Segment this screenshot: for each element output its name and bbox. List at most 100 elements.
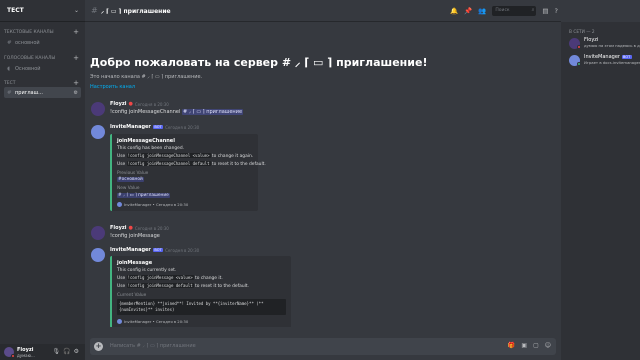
inline-code: !config joinMessageChannel default xyxy=(126,161,211,166)
embed-line: This config has been changed. xyxy=(117,146,185,151)
embed-line: This config is currently set. xyxy=(117,268,177,273)
channel-text-main[interactable]: # основной xyxy=(4,37,81,48)
channel-mention[interactable]: # ⸝ ⌈ ▭ ⌉ приглашение xyxy=(117,193,170,198)
message-list[interactable]: Добро пожаловать на сервер # ⸝ ⌈ ▭ ⌉ при… xyxy=(85,22,561,327)
members-icon[interactable]: 👥 xyxy=(478,7,486,15)
message-input[interactable]: Написать # ⸝ ⌈ ▭ ⌉ приглашение xyxy=(110,343,196,349)
member-item[interactable]: InviteManager BOT Играет в docs.invitema… xyxy=(569,54,640,70)
gift-icon[interactable]: 🎁 xyxy=(508,342,515,349)
author-name[interactable]: Floyzi xyxy=(110,101,126,107)
header-toolbar: 🔔 📌 👥 Поиск ▤ ? xyxy=(450,6,558,16)
channel-header: # ⸝ ⌈ ▭ ⌉ приглашение 🔔 📌 👥 Поиск ▤ ? xyxy=(85,0,561,22)
inline-code: !config joinMessage <value> xyxy=(126,275,194,280)
channel-label: приглаш... xyxy=(15,90,43,96)
category-label: ТЕКСТОВЫЕ КАНАЛЫ xyxy=(4,30,54,35)
message-text: !config joinMessageChannel xyxy=(110,109,181,115)
status-dnd-icon xyxy=(11,354,15,358)
speaker-icon: ◖ xyxy=(7,65,10,72)
gif-icon[interactable]: ▣ xyxy=(521,342,527,349)
upload-button[interactable]: + xyxy=(94,342,103,351)
channel-mention[interactable]: #основной xyxy=(117,177,144,182)
timestamp: Сегодня в 20:30 xyxy=(134,225,169,231)
embed: joinMessage This config is currently set… xyxy=(110,256,291,327)
avatar[interactable] xyxy=(91,102,105,116)
dnd-icon: ● xyxy=(128,101,133,107)
user-controls: 🎙🎧⚙ xyxy=(53,348,83,355)
add-channel-icon[interactable]: + xyxy=(73,29,79,36)
message-content: !config joinMessage xyxy=(110,233,160,239)
help-icon[interactable]: ? xyxy=(555,7,558,15)
message-header: Floyzi ● Сегодня в 20:30 xyxy=(110,225,169,231)
hash-icon: # xyxy=(91,6,98,15)
channel-sidebar: ТЕСТ ⌄ ТЕКСТОВЫЕ КАНАЛЫ + # основной ГОЛ… xyxy=(0,0,85,360)
bot-badge: BOT xyxy=(152,125,164,129)
composer-tools: 🎁 ▣ ▢ ☺ xyxy=(508,342,551,349)
embed-line: Use !config joinMessageChannel default t… xyxy=(117,161,266,167)
embed-line: Use !config joinMessage <value> to chang… xyxy=(117,275,223,281)
field-name: Current Value xyxy=(117,293,147,298)
timestamp: Сегодня в 20:30 xyxy=(134,101,169,107)
inline-code: !config joinMessage default xyxy=(126,283,194,288)
category-label: ГОЛОСОВЫЕ КАНАЛЫ xyxy=(4,56,56,61)
category-voice[interactable]: ГОЛОСОВЫЕ КАНАЛЫ + xyxy=(0,55,85,62)
welcome-subtitle: Это начало канала # ⸝ ⌈ ▭ ⌉ приглашение. xyxy=(90,74,203,80)
add-channel-icon[interactable]: + xyxy=(73,80,79,87)
hash-icon: # xyxy=(7,89,12,96)
member-activity: Играет в docs.invitemanager.gg xyxy=(584,60,640,65)
embed-title: joinMessage xyxy=(117,260,153,266)
mute-icon[interactable]: 🎙 xyxy=(53,348,64,355)
pin-icon[interactable]: 📌 xyxy=(464,7,472,15)
embed-line: Use !config joinMessageChannel <value> t… xyxy=(117,153,254,159)
chevron-down-icon[interactable]: ⌄ xyxy=(74,7,79,21)
field-value: {memberMention} **joined**! Invited by *… xyxy=(117,299,286,315)
edit-channel-link[interactable]: Настроить канал xyxy=(90,84,427,90)
avatar[interactable] xyxy=(91,226,105,240)
avatar[interactable] xyxy=(91,248,105,262)
message-header: InviteManager BOT Сегодня в 20:30 xyxy=(110,247,199,253)
dnd-icon: ● xyxy=(128,225,133,231)
message-header: InviteManager BOT Сегодня в 20:30 xyxy=(110,124,199,130)
field-value: # ⸝ ⌈ ▭ ⌉ приглашение xyxy=(117,192,253,198)
timestamp: Сегодня в 20:30 xyxy=(165,124,200,130)
footer-avatar-icon xyxy=(117,319,122,324)
server-header[interactable]: ТЕСТ ⌄ xyxy=(0,0,85,22)
channel-invite[interactable]: # приглаш... ⚙ xyxy=(4,87,81,98)
channel-label: Основной xyxy=(15,66,41,72)
member-activity: думаю на этом надеюсь в дальнейшем xyxy=(584,43,640,48)
server-name: ТЕСТ xyxy=(7,7,24,14)
hash-icon: # xyxy=(7,39,12,46)
inline-code: !config joinMessageChannel <value> xyxy=(126,153,211,158)
author-name[interactable]: InviteManager xyxy=(110,247,151,253)
member-item[interactable]: Floyzi думаю на этом надеюсь в дальнейше… xyxy=(569,37,640,53)
gear-icon[interactable]: ⚙ xyxy=(74,348,82,355)
member-list: В СЕТИ — 2 Floyzi думаю на этом надеюсь … xyxy=(561,22,640,360)
channel-settings-icons[interactable]: ⚙ xyxy=(74,90,78,96)
channel-mention[interactable]: # ⸝ ⌈ ▭ ⌉ приглашение xyxy=(181,109,244,115)
search-input[interactable]: Поиск xyxy=(492,6,537,16)
embed-title: joinMessageChannel xyxy=(117,138,175,144)
channel-welcome: Добро пожаловать на сервер # ⸝ ⌈ ▭ ⌉ при… xyxy=(90,55,427,90)
category-test[interactable]: ТЕСТ + xyxy=(0,80,85,87)
bell-icon[interactable]: 🔔 xyxy=(450,7,458,15)
author-name[interactable]: Floyzi xyxy=(110,225,126,231)
add-channel-icon[interactable]: + xyxy=(73,55,79,62)
avatar[interactable] xyxy=(91,125,105,139)
field-value: #основной xyxy=(117,177,253,182)
emoji-icon[interactable]: ☺ xyxy=(545,342,551,349)
user-panel: Floyzi думаю... 🎙🎧⚙ xyxy=(0,344,85,360)
channel-voice-main[interactable]: ◖ Основной xyxy=(4,63,81,74)
member-section-header: В СЕТИ — 2 xyxy=(569,30,595,35)
category-label: ТЕСТ xyxy=(4,81,16,86)
footer-avatar-icon xyxy=(117,202,122,207)
category-text[interactable]: ТЕКСТОВЫЕ КАНАЛЫ + xyxy=(0,29,85,36)
user-status-text: думаю... xyxy=(17,353,35,358)
field-name: Previous Value xyxy=(117,171,149,176)
message-content: !config joinMessageChannel # ⸝ ⌈ ▭ ⌉ при… xyxy=(110,109,244,115)
channel-label: основной xyxy=(15,40,40,46)
inbox-icon[interactable]: ▤ xyxy=(542,7,548,15)
sticker-icon[interactable]: ▢ xyxy=(533,342,539,349)
bot-badge: BOT xyxy=(621,55,632,59)
message-composer[interactable]: + Написать # ⸝ ⌈ ▭ ⌉ приглашение 🎁 ▣ ▢ ☺ xyxy=(90,338,556,355)
author-name[interactable]: InviteManager xyxy=(110,124,151,130)
headphones-icon[interactable]: 🎧 xyxy=(63,348,73,355)
